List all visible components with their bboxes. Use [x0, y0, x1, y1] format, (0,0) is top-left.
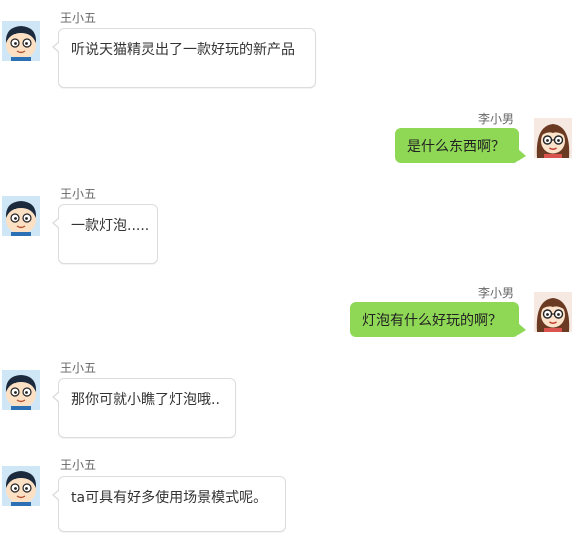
- boy-avatar-icon[interactable]: [2, 196, 40, 236]
- sender-name: 李小男: [478, 286, 515, 300]
- message-bubble: 是什么东西啊？: [395, 128, 526, 163]
- sender-name: 王小五: [60, 361, 97, 375]
- boy-avatar-icon[interactable]: [2, 466, 40, 506]
- boy-avatar-icon[interactable]: [2, 370, 40, 410]
- sender-name: 王小五: [60, 187, 97, 201]
- message-bubble: 灯泡有什么好玩的啊？: [350, 302, 526, 337]
- girl-avatar-icon[interactable]: [534, 118, 572, 158]
- boy-avatar-icon[interactable]: [2, 21, 40, 61]
- message-bubble: 那你可就小瞧了灯泡哦..: [52, 378, 236, 438]
- sender-name: 王小五: [60, 11, 97, 25]
- message-bubble: 听说天猫精灵出了一款好玩的新产品: [52, 28, 316, 88]
- girl-avatar-icon[interactable]: [534, 292, 572, 332]
- message-bubble: ta可具有好多使用场景模式呢。: [52, 476, 286, 532]
- message-bubble: 一款灯泡.....: [52, 204, 158, 264]
- sender-name: 李小男: [478, 112, 515, 126]
- sender-name: 王小五: [60, 458, 97, 472]
